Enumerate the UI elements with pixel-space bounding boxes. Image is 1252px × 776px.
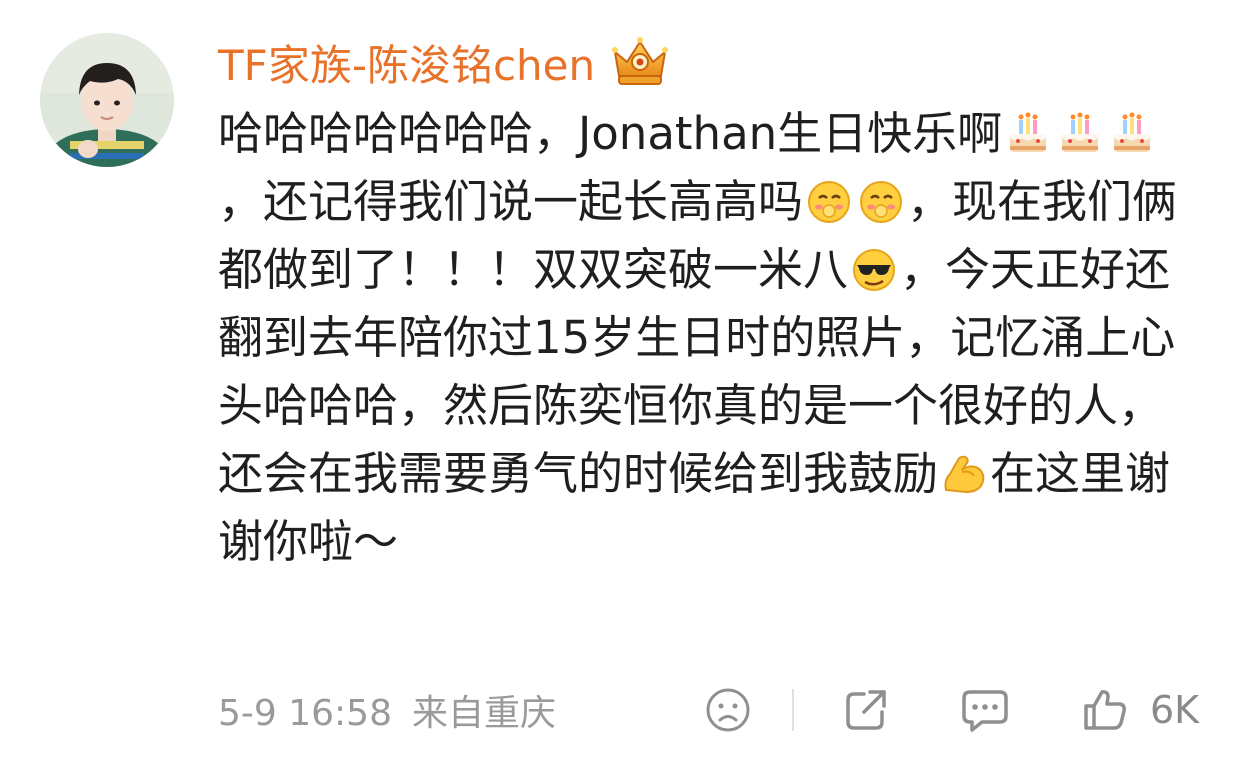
shy-face-icon [805, 177, 853, 225]
birthday-cake-icon [1056, 109, 1104, 157]
like-count: 6K [1150, 688, 1200, 732]
username-link[interactable]: TF家族-陈浚铭chen [218, 32, 595, 93]
comment-footer: 5-9 16:58 来自重庆 6K [218, 680, 1228, 740]
flexed-biceps-icon [940, 449, 988, 497]
comment-header: TF家族-陈浚铭chen [218, 32, 671, 92]
sad-face-reaction-icon[interactable] [704, 686, 752, 734]
weibo-comment: TF家族-陈浚铭chen 哈哈哈哈哈哈哈，Jonathan生日快乐啊，还记得我们… [0, 0, 1252, 776]
share-icon[interactable] [842, 686, 890, 734]
comment-icon[interactable] [960, 686, 1010, 734]
birthday-cake-icon [1004, 109, 1052, 157]
timestamp: 5-9 16:58 [218, 693, 392, 734]
cool-sunglasses-face-icon [850, 245, 898, 293]
location: 来自重庆 [412, 693, 557, 734]
comment-text: ，还记得我们说一起长高高吗 [218, 175, 804, 228]
shy-face-icon [857, 177, 905, 225]
crown-badge-icon[interactable] [609, 36, 671, 88]
comment-meta: 5-9 16:58 来自重庆 [218, 684, 556, 736]
action-divider [792, 689, 794, 731]
thumbs-up-icon[interactable] [1080, 686, 1128, 734]
birthday-cake-icon [1108, 109, 1156, 157]
avatar[interactable] [40, 33, 174, 167]
action-bar: 6K [704, 680, 1199, 740]
comment-content: 哈哈哈哈哈哈哈，Jonathan生日快乐啊，还记得我们说一起长高高吗 ，现在我们俩… [218, 100, 1198, 576]
comment-text: 哈哈哈哈哈哈哈，Jonathan生日快乐啊 [218, 107, 1003, 160]
